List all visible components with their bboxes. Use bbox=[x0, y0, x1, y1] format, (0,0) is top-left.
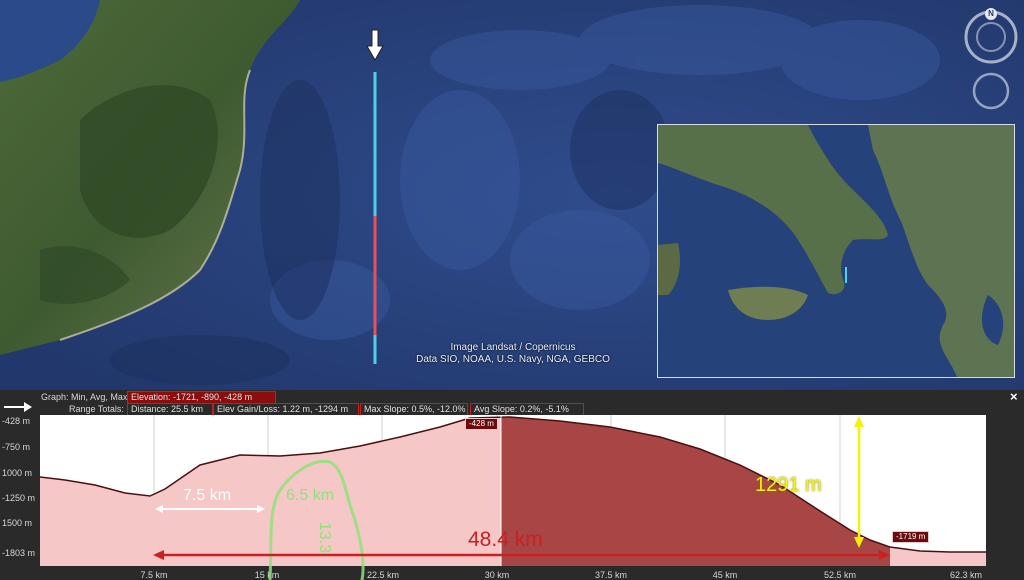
x-tick-label: 62.3 km bbox=[949, 570, 983, 580]
attribution-line-2: Data SIO, NOAA, U.S. Navy, NGA, GEBCO bbox=[416, 354, 610, 365]
map-attribution: Image Landsat / Copernicus Data SIO, NOA… bbox=[400, 342, 626, 366]
selected-range-area bbox=[501, 417, 890, 566]
x-tick-label: 37.5 km bbox=[594, 570, 628, 580]
close-icon[interactable]: × bbox=[1010, 390, 1018, 403]
joystick-icon bbox=[972, 72, 1010, 110]
green-vertical-annotation: 13.3 bbox=[316, 522, 333, 554]
y-tick-label: -750 m bbox=[2, 442, 31, 452]
max-elevation-marker: -428 m bbox=[465, 418, 498, 430]
y-tick-label: -428 m bbox=[2, 416, 31, 426]
x-tick-label: 15 km bbox=[254, 570, 280, 580]
x-tick-label: 22.5 km bbox=[366, 570, 400, 580]
satellite-map-view[interactable]: Image Landsat / Copernicus Data SIO, NOA… bbox=[0, 0, 1024, 390]
x-tick-label: 7.5 km bbox=[140, 570, 168, 580]
look-joystick-control[interactable] bbox=[972, 72, 1010, 110]
length-annotation: 48.4 km bbox=[468, 528, 543, 551]
compass-north-label: N bbox=[988, 9, 994, 18]
y-tick-label: -1803 m bbox=[2, 548, 36, 558]
green-distance-annotation: 6.5 km bbox=[286, 487, 335, 504]
y-tick-label: -1250 m bbox=[2, 493, 36, 503]
arrow-right-icon[interactable] bbox=[4, 402, 32, 412]
width-annotation: 7.5 km bbox=[183, 487, 232, 504]
overview-inset-map[interactable] bbox=[657, 124, 1015, 378]
attribution-line-1: Image Landsat / Copernicus bbox=[450, 342, 576, 353]
cursor-elevation-marker: -1719 m bbox=[892, 531, 930, 543]
x-tick-label: 45 km bbox=[712, 570, 738, 580]
x-tick-label: 30 km bbox=[484, 570, 510, 580]
inset-map-imagery bbox=[658, 125, 1014, 377]
x-tick-label: 52.5 km bbox=[823, 570, 857, 580]
compass-control[interactable]: N bbox=[962, 6, 1020, 64]
drop-annotation: 1291 m bbox=[755, 474, 822, 496]
y-tick-label: 1500 m bbox=[2, 518, 33, 528]
graph-mode-label[interactable]: Graph: Min, Avg, Max bbox=[41, 391, 127, 403]
y-tick-label: 1000 m bbox=[2, 468, 33, 478]
range-totals-label: Range Totals: bbox=[69, 404, 124, 414]
